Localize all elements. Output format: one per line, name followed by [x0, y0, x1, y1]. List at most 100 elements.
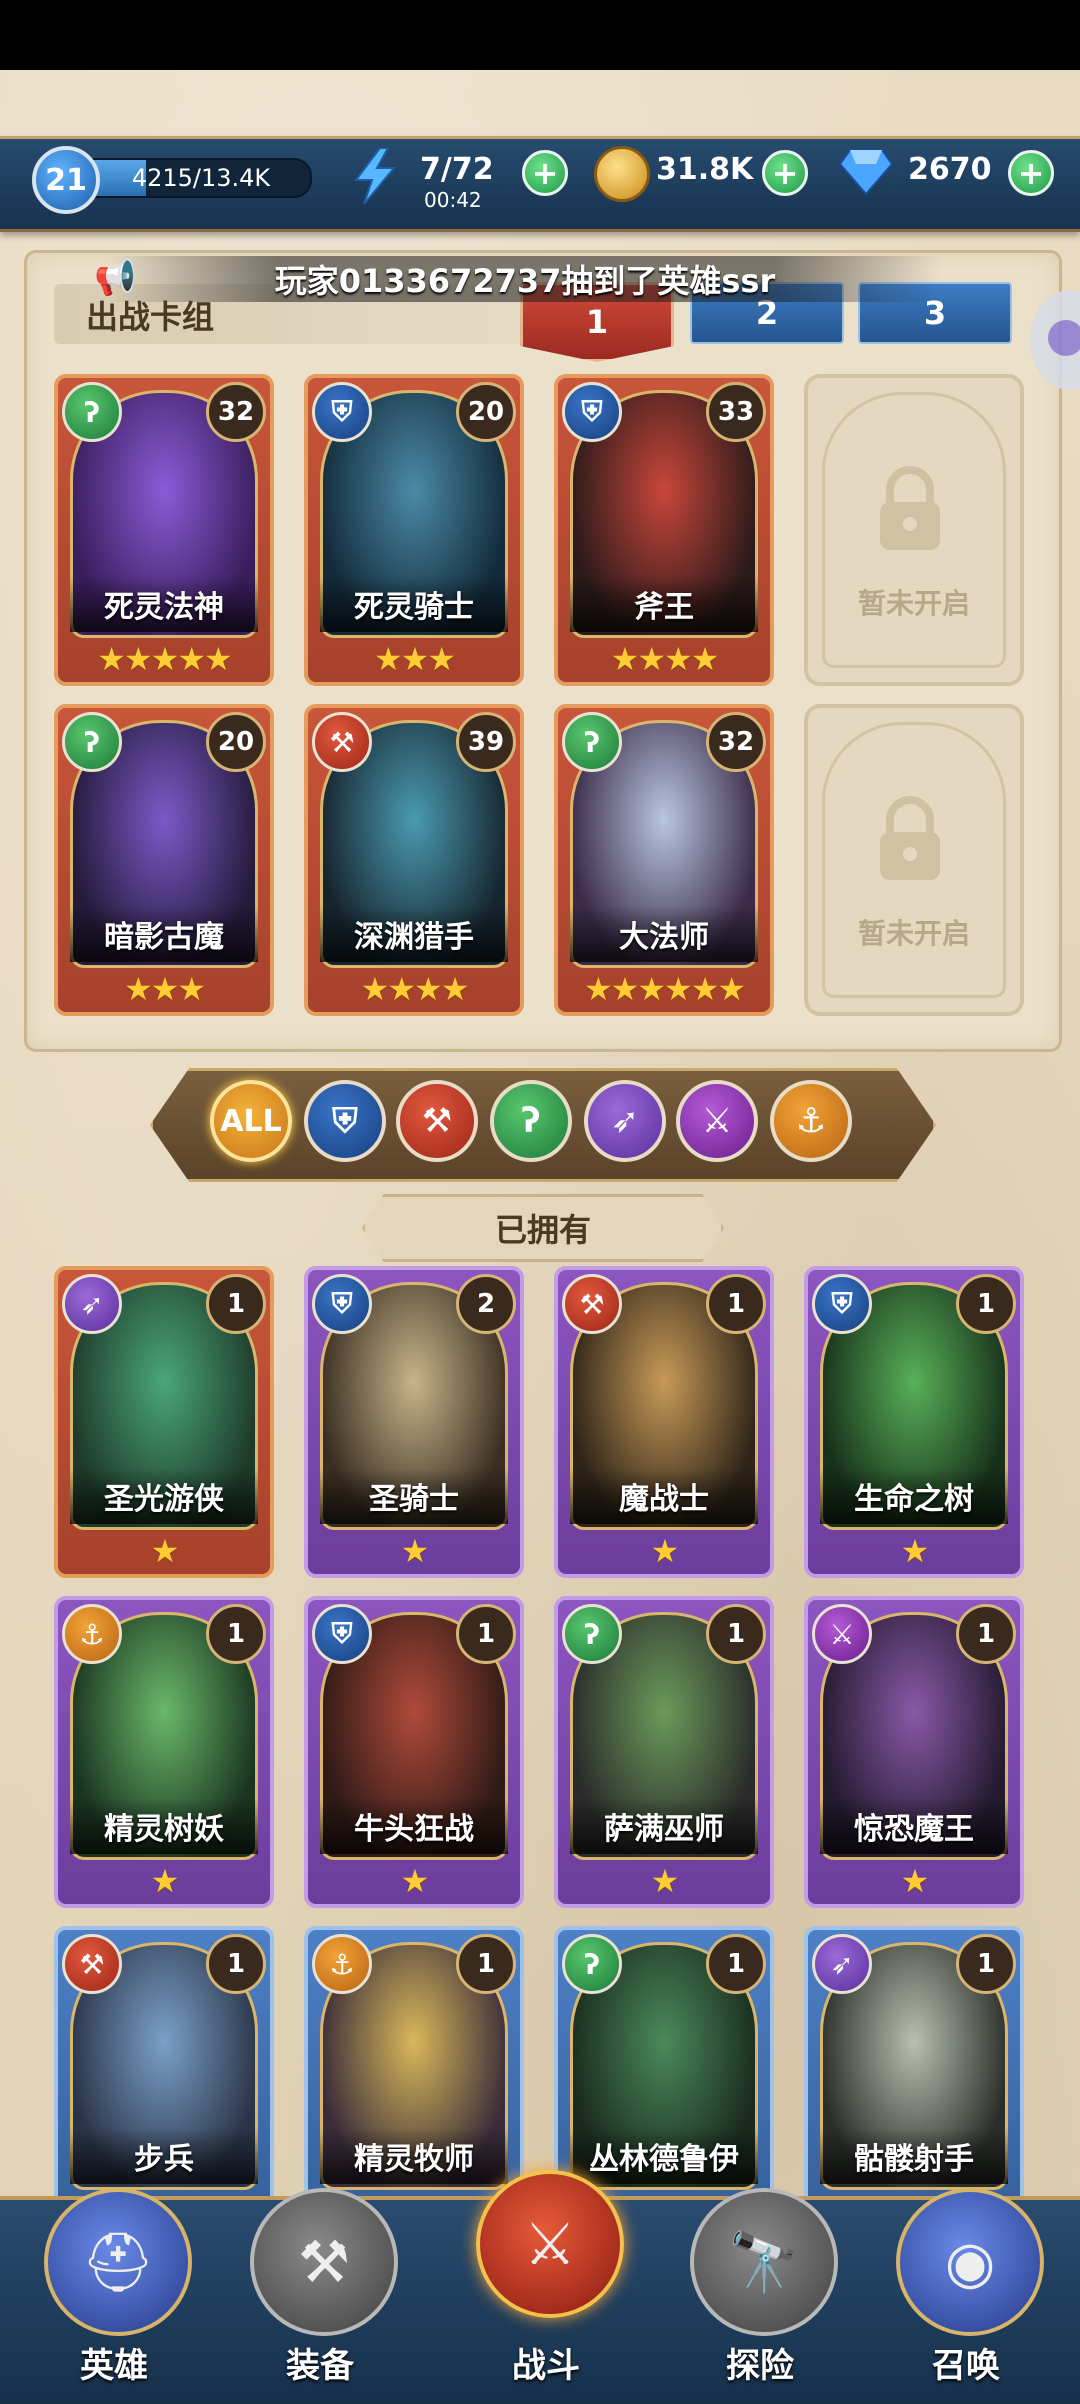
nav-battle[interactable]: ⚔ 战斗 — [466, 2170, 626, 2386]
add-energy-button[interactable]: + — [522, 150, 568, 196]
nav-label: 英雄 — [80, 2346, 148, 2386]
gems-text: 2670 — [908, 152, 992, 187]
hero-level-badge: 1 — [706, 1604, 766, 1664]
hero-name: 生命之树 — [820, 1468, 1008, 1524]
star-rating: ★ — [900, 1532, 930, 1570]
filter-axe-button[interactable]: ⚒ — [396, 1080, 478, 1162]
hero-level-badge: 1 — [956, 1274, 1016, 1334]
nav-label: 召唤 — [932, 2346, 1000, 2386]
nav-helmet[interactable]: ⛑ 英雄 — [34, 2188, 194, 2400]
hero-name: 暗影古魔 — [70, 906, 258, 962]
axe-icon: ⚒ — [62, 1934, 122, 1994]
announcement-ticker: 玩家0133672737抽到了英雄ssr — [110, 256, 940, 302]
xp-bar: 4215/13.4K — [70, 158, 312, 198]
hero-name: 圣骑士 — [320, 1468, 508, 1524]
filter-anchor-button[interactable]: ⚓ — [770, 1080, 852, 1162]
hero-name: 大法师 — [570, 906, 758, 962]
hero-card[interactable]: 牛头狂战 ⛨ 1 ★ — [304, 1596, 524, 1908]
hero-card[interactable]: 圣光游侠 ➶ 1 ★ — [54, 1266, 274, 1578]
hero-level-badge: 32 — [206, 382, 266, 442]
hero-card[interactable]: 精灵树妖 ⚓ 1 ★ — [54, 1596, 274, 1908]
bow-icon: ➶ — [812, 1934, 872, 1994]
hero-level-badge: 1 — [206, 1934, 266, 1994]
shield-icon: ⛨ — [332, 1101, 358, 1141]
axe-icon: ⚒ — [562, 1274, 622, 1334]
hero-card[interactable]: 斧王 ⛨ 33 ★★★★ — [554, 374, 774, 686]
axe-icon: ⚒ — [421, 1101, 453, 1141]
add-gems-button[interactable]: + — [1008, 150, 1054, 196]
energy-text: 7/72 — [420, 152, 494, 187]
filter-crossed-swords-button[interactable]: ⚔ — [676, 1080, 758, 1162]
filter-healer-button[interactable]: ʔ — [490, 1080, 572, 1162]
hero-card[interactable]: 深渊猎手 ⚒ 39 ★★★★ — [304, 704, 524, 1016]
filter-bow-button[interactable]: ➶ — [584, 1080, 666, 1162]
lock-icon — [880, 466, 940, 550]
bow-icon: ➶ — [610, 1101, 640, 1141]
star-rating: ★ — [900, 1862, 930, 1900]
gem-icon — [838, 148, 894, 196]
locked-deck-slot: 暂未开启 — [804, 704, 1024, 1016]
energy-timer: 00:42 — [424, 188, 482, 212]
portal-icon: ◉ — [896, 2188, 1044, 2336]
hero-card[interactable]: 圣骑士 ⛨ 2 ★ — [304, 1266, 524, 1578]
crossed-swords-icon: ⚔ — [701, 1101, 733, 1141]
helmet-icon: ⛑ — [44, 2188, 192, 2336]
hero-level-badge: 1 — [706, 1934, 766, 1994]
battle-icon: ⚔ — [476, 2170, 624, 2318]
hero-level-badge: 2 — [456, 1274, 516, 1334]
healer-icon: ʔ — [62, 712, 122, 772]
hero-card[interactable]: 死灵骑士 ⛨ 20 ★★★ — [304, 374, 524, 686]
hero-card[interactable]: 暗影古魔 ʔ 20 ★★★ — [54, 704, 274, 1016]
nav-hammer[interactable]: ⚒ 装备 — [240, 2188, 400, 2400]
hero-level-badge: 1 — [456, 1604, 516, 1664]
gold-coin-icon — [594, 146, 650, 202]
hero-card[interactable]: 萨满巫师 ʔ 1 ★ — [554, 1596, 774, 1908]
hero-level-badge: 1 — [956, 1604, 1016, 1664]
hero-level-badge: 1 — [706, 1274, 766, 1334]
telescope-icon: 🔭 — [690, 2188, 838, 2336]
hero-card[interactable]: 生命之树 ⛨ 1 ★ — [804, 1266, 1024, 1578]
nav-portal[interactable]: ◉ 召唤 — [886, 2188, 1046, 2400]
energy-icon — [350, 147, 400, 205]
star-rating: ★ — [400, 1862, 430, 1900]
filter-all-button[interactable]: ALL — [210, 1080, 292, 1162]
anchor-icon: ⚓ — [62, 1604, 122, 1664]
hero-name: 斧王 — [570, 576, 758, 632]
hero-name: 牛头狂战 — [320, 1798, 508, 1854]
axe-icon: ⚒ — [312, 712, 372, 772]
add-gold-button[interactable]: + — [762, 150, 808, 196]
hero-name: 萨满巫师 — [570, 1798, 758, 1854]
hero-level-badge: 1 — [206, 1604, 266, 1664]
anchor-icon: ⚓ — [795, 1101, 827, 1141]
hero-card[interactable]: 死灵法神 ʔ 32 ★★★★★ — [54, 374, 274, 686]
owned-section-title: 已拥有 — [362, 1194, 724, 1262]
hero-card[interactable]: 魔战士 ⚒ 1 ★ — [554, 1266, 774, 1578]
hero-card[interactable]: 大法师 ʔ 32 ★★★★★★ — [554, 704, 774, 1016]
healer-icon: ʔ — [62, 382, 122, 442]
crossed-swords-icon: ⚔ — [812, 1604, 872, 1664]
player-level-badge[interactable]: 21 — [32, 146, 100, 214]
nav-telescope[interactable]: 🔭 探险 — [680, 2188, 840, 2400]
healer-icon: ʔ — [521, 1101, 541, 1141]
star-rating: ★★★ — [123, 970, 206, 1008]
star-rating: ★ — [650, 1532, 680, 1570]
bow-icon: ➶ — [62, 1274, 122, 1334]
gamepad-icon — [1048, 320, 1080, 356]
star-rating: ★★★★★ — [97, 640, 232, 678]
healer-icon: ʔ — [562, 712, 622, 772]
star-rating: ★ — [150, 1532, 180, 1570]
shield-icon: ⛨ — [312, 1274, 372, 1334]
locked-slot-label: 暂未开启 — [857, 587, 970, 620]
hero-card[interactable]: 惊恐魔王 ⚔ 1 ★ — [804, 1596, 1024, 1908]
hero-name: 深渊猎手 — [320, 906, 508, 962]
star-rating: ★★★★ — [360, 970, 470, 1008]
status-bar — [0, 0, 1080, 70]
hero-level-badge: 33 — [706, 382, 766, 442]
lock-icon — [880, 796, 940, 880]
hero-level-badge: 39 — [456, 712, 516, 772]
filter-shield-button[interactable]: ⛨ — [304, 1080, 386, 1162]
shield-icon: ⛨ — [312, 382, 372, 442]
hero-name: 步兵 — [70, 2128, 258, 2184]
hero-level-badge: 20 — [456, 382, 516, 442]
megaphone-icon: 📢 — [94, 258, 137, 298]
